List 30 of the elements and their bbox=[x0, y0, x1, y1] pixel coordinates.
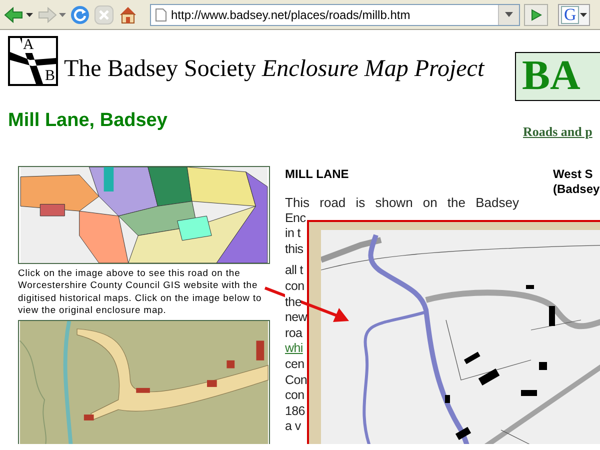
article-heading: MILL LANE bbox=[285, 167, 350, 181]
refresh-icon[interactable] bbox=[70, 4, 90, 24]
article-text: This bbox=[285, 195, 310, 211]
article-text: Badsey bbox=[476, 195, 519, 211]
article-text: the bbox=[447, 195, 466, 211]
caret-icon[interactable] bbox=[505, 12, 513, 17]
article-link[interactable]: whi bbox=[285, 341, 303, 356]
parcel-map-drawing[interactable] bbox=[18, 166, 270, 264]
address-field[interactable]: http://www.badsey.net/places/roads/millb.htm bbox=[150, 4, 520, 26]
map-caption: Click on the image above to see this road on the Worcestershire County Council GIS website with the digitised historical maps. Click on the image below to view the original enclosure map. bbox=[18, 267, 263, 317]
article-text: road bbox=[320, 195, 346, 211]
enclosure-map-drawing[interactable] bbox=[18, 320, 270, 444]
article-text: on bbox=[422, 195, 438, 211]
page-heading: Mill Lane, Badsey bbox=[8, 110, 168, 133]
page-icon bbox=[155, 8, 167, 22]
side-heading: West S bbox=[553, 167, 594, 182]
logo-letter: A bbox=[22, 38, 35, 53]
article-text: shown bbox=[375, 195, 413, 211]
side-heading: (Badsey bbox=[553, 182, 600, 197]
site-banner[interactable]: BA bbox=[515, 52, 600, 101]
home-icon[interactable] bbox=[118, 4, 138, 24]
article-text: is bbox=[356, 195, 366, 211]
roads-link[interactable]: Roads and p bbox=[523, 124, 592, 140]
go-button[interactable] bbox=[524, 4, 548, 26]
search-engine-button[interactable]: G bbox=[558, 4, 590, 26]
caret-icon[interactable] bbox=[26, 12, 33, 16]
caret-icon bbox=[580, 12, 588, 16]
play-icon bbox=[530, 8, 542, 20]
back-arrow-icon[interactable] bbox=[4, 6, 24, 24]
site-title: The Badsey Society Enclosure Map Project bbox=[64, 56, 484, 83]
